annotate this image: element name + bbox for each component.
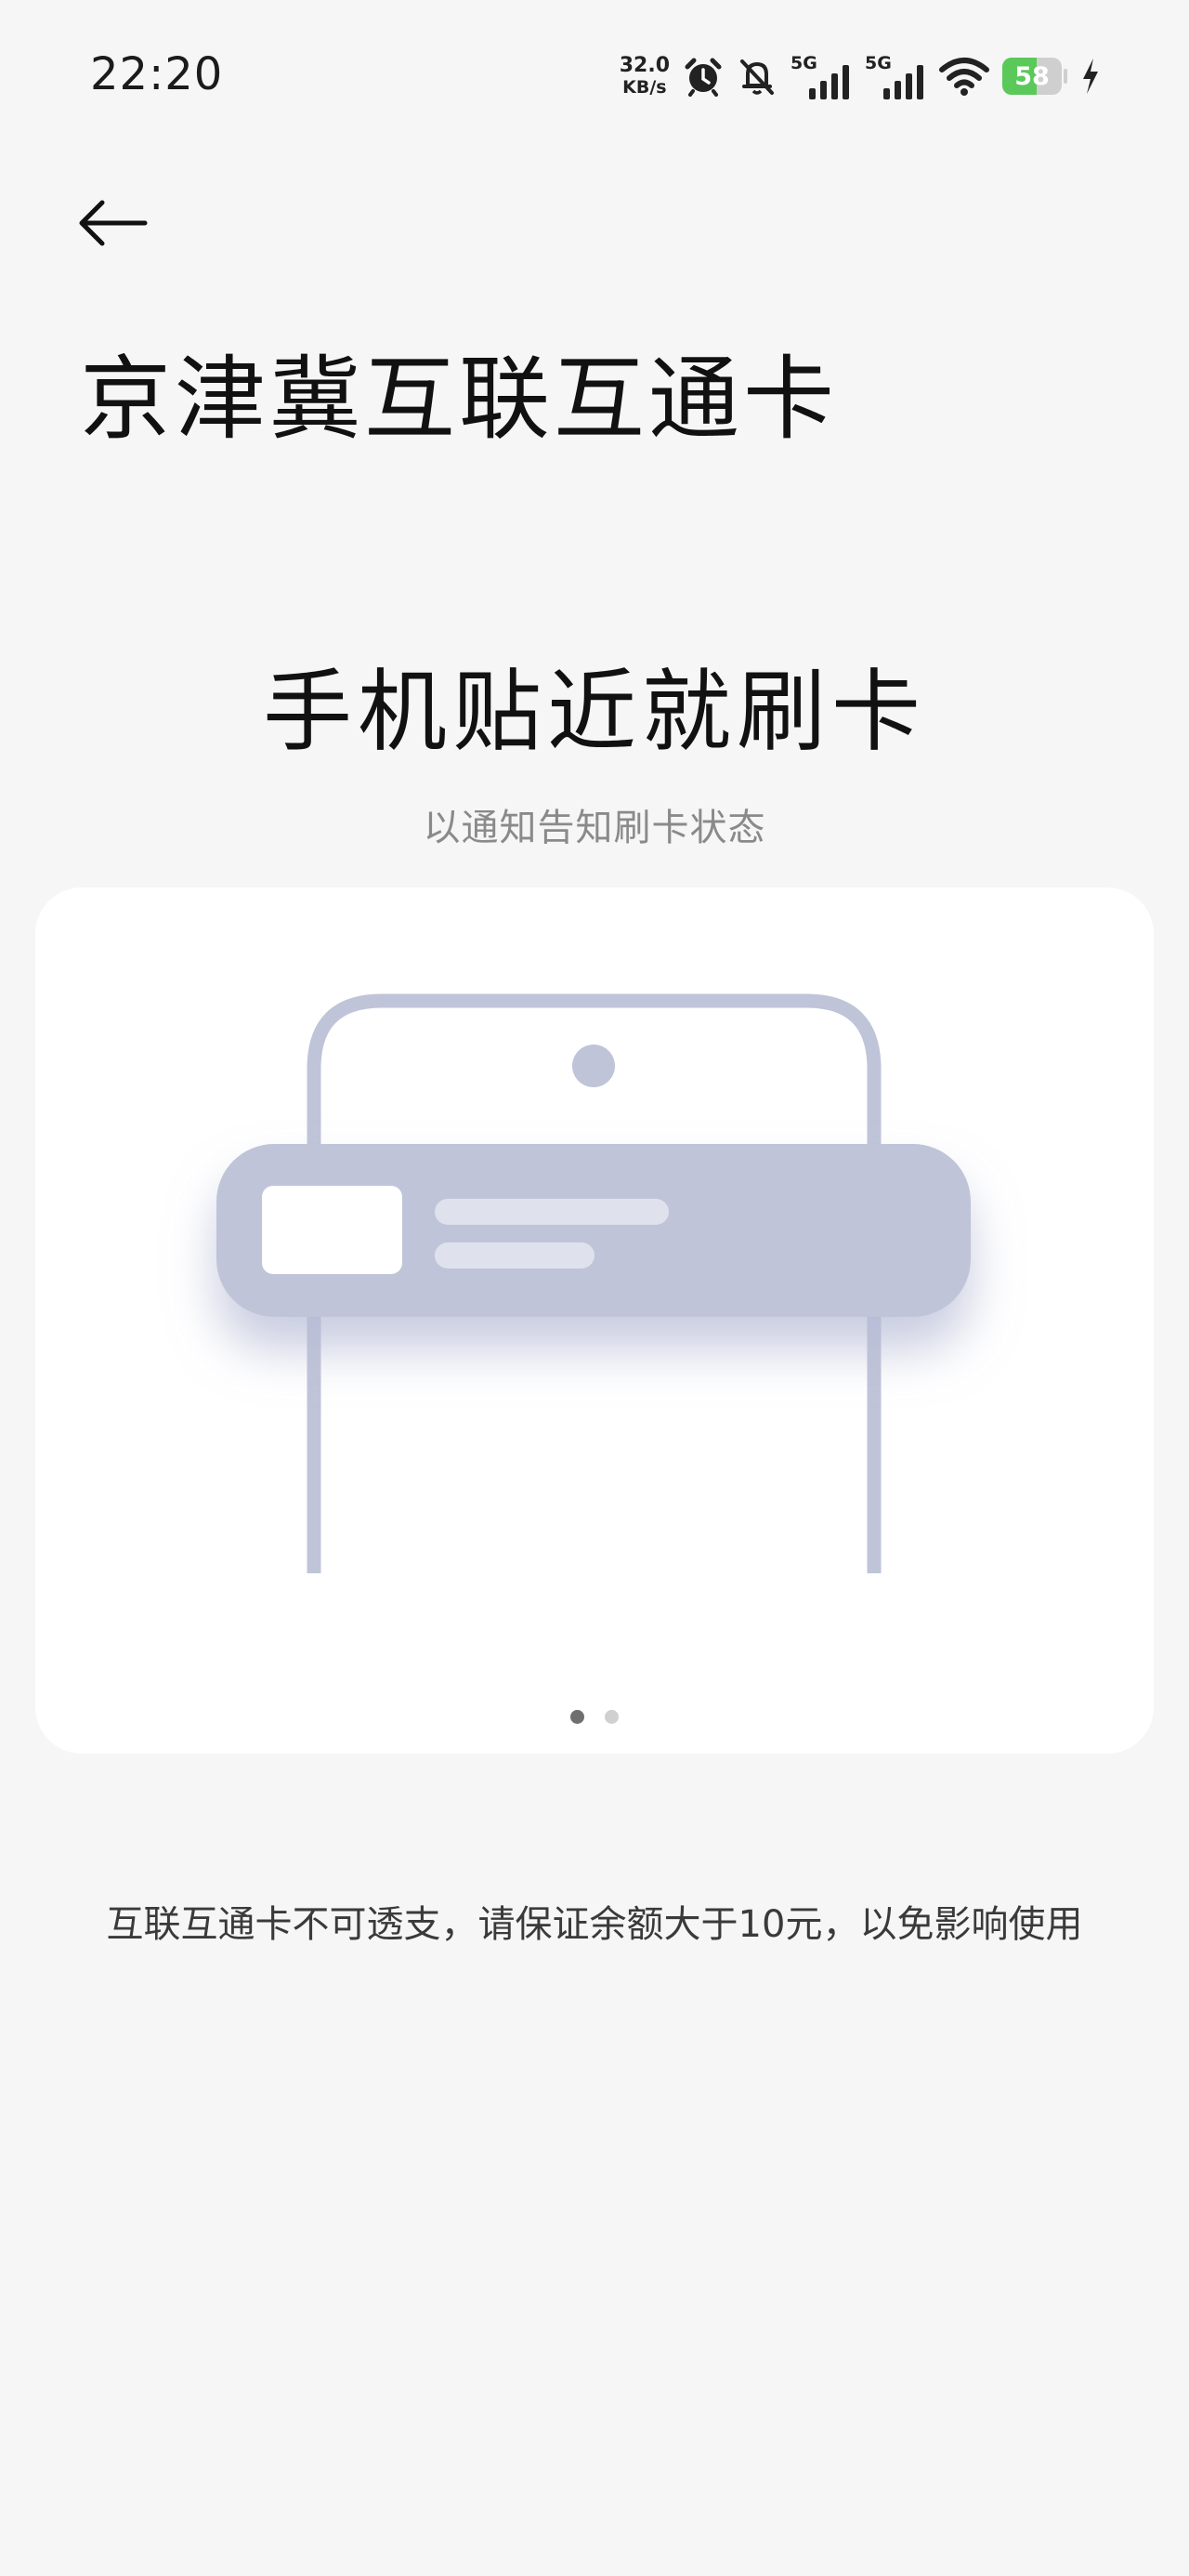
page-indicator (0, 1710, 1189, 1724)
phone-camera (572, 1045, 615, 1087)
signal-icon (809, 65, 849, 99)
network-speed: 32.0 KB/s (620, 56, 670, 97)
status-bar: 22:20 32.0 KB/s 5G 5G 58 (0, 0, 1189, 158)
mute-bell-icon (740, 59, 774, 95)
page-dot-1[interactable] (570, 1710, 584, 1724)
status-icons: 32.0 KB/s 5G 5G 58 (620, 48, 1101, 104)
notification-line-2 (435, 1242, 594, 1268)
carousel-card[interactable] (35, 887, 1154, 1754)
notification-thumbnail (262, 1186, 402, 1274)
page-title: 京津冀互联互通卡 (80, 347, 839, 453)
battery-icon: 58 (1002, 58, 1067, 95)
feature-title: 手机贴近就刷卡 (263, 660, 926, 764)
network-speed-value: 32.0 (619, 54, 670, 77)
feature-subtitle: 以通知告知刷卡状态 (423, 807, 766, 849)
wifi-icon (939, 58, 989, 96)
phone-notification-illustration (216, 993, 971, 1573)
page-dot-2[interactable] (605, 1710, 619, 1724)
arrow-left-icon (79, 200, 148, 246)
battery-level: 58 (1014, 61, 1050, 91)
alarm-icon (685, 58, 722, 97)
notification-line-1 (435, 1199, 669, 1225)
charging-icon (1083, 59, 1098, 94)
sim2-signal: 5G (865, 53, 926, 99)
status-time: 22:20 (90, 48, 224, 100)
sim1-signal: 5G (790, 53, 852, 99)
signal-icon (883, 65, 923, 99)
balance-notice: 互联互通卡不可透支，请保证余额大于10元，以免影响使用 (106, 1903, 1083, 1946)
back-button[interactable] (74, 186, 167, 260)
network-speed-unit: KB/s (622, 77, 667, 98)
